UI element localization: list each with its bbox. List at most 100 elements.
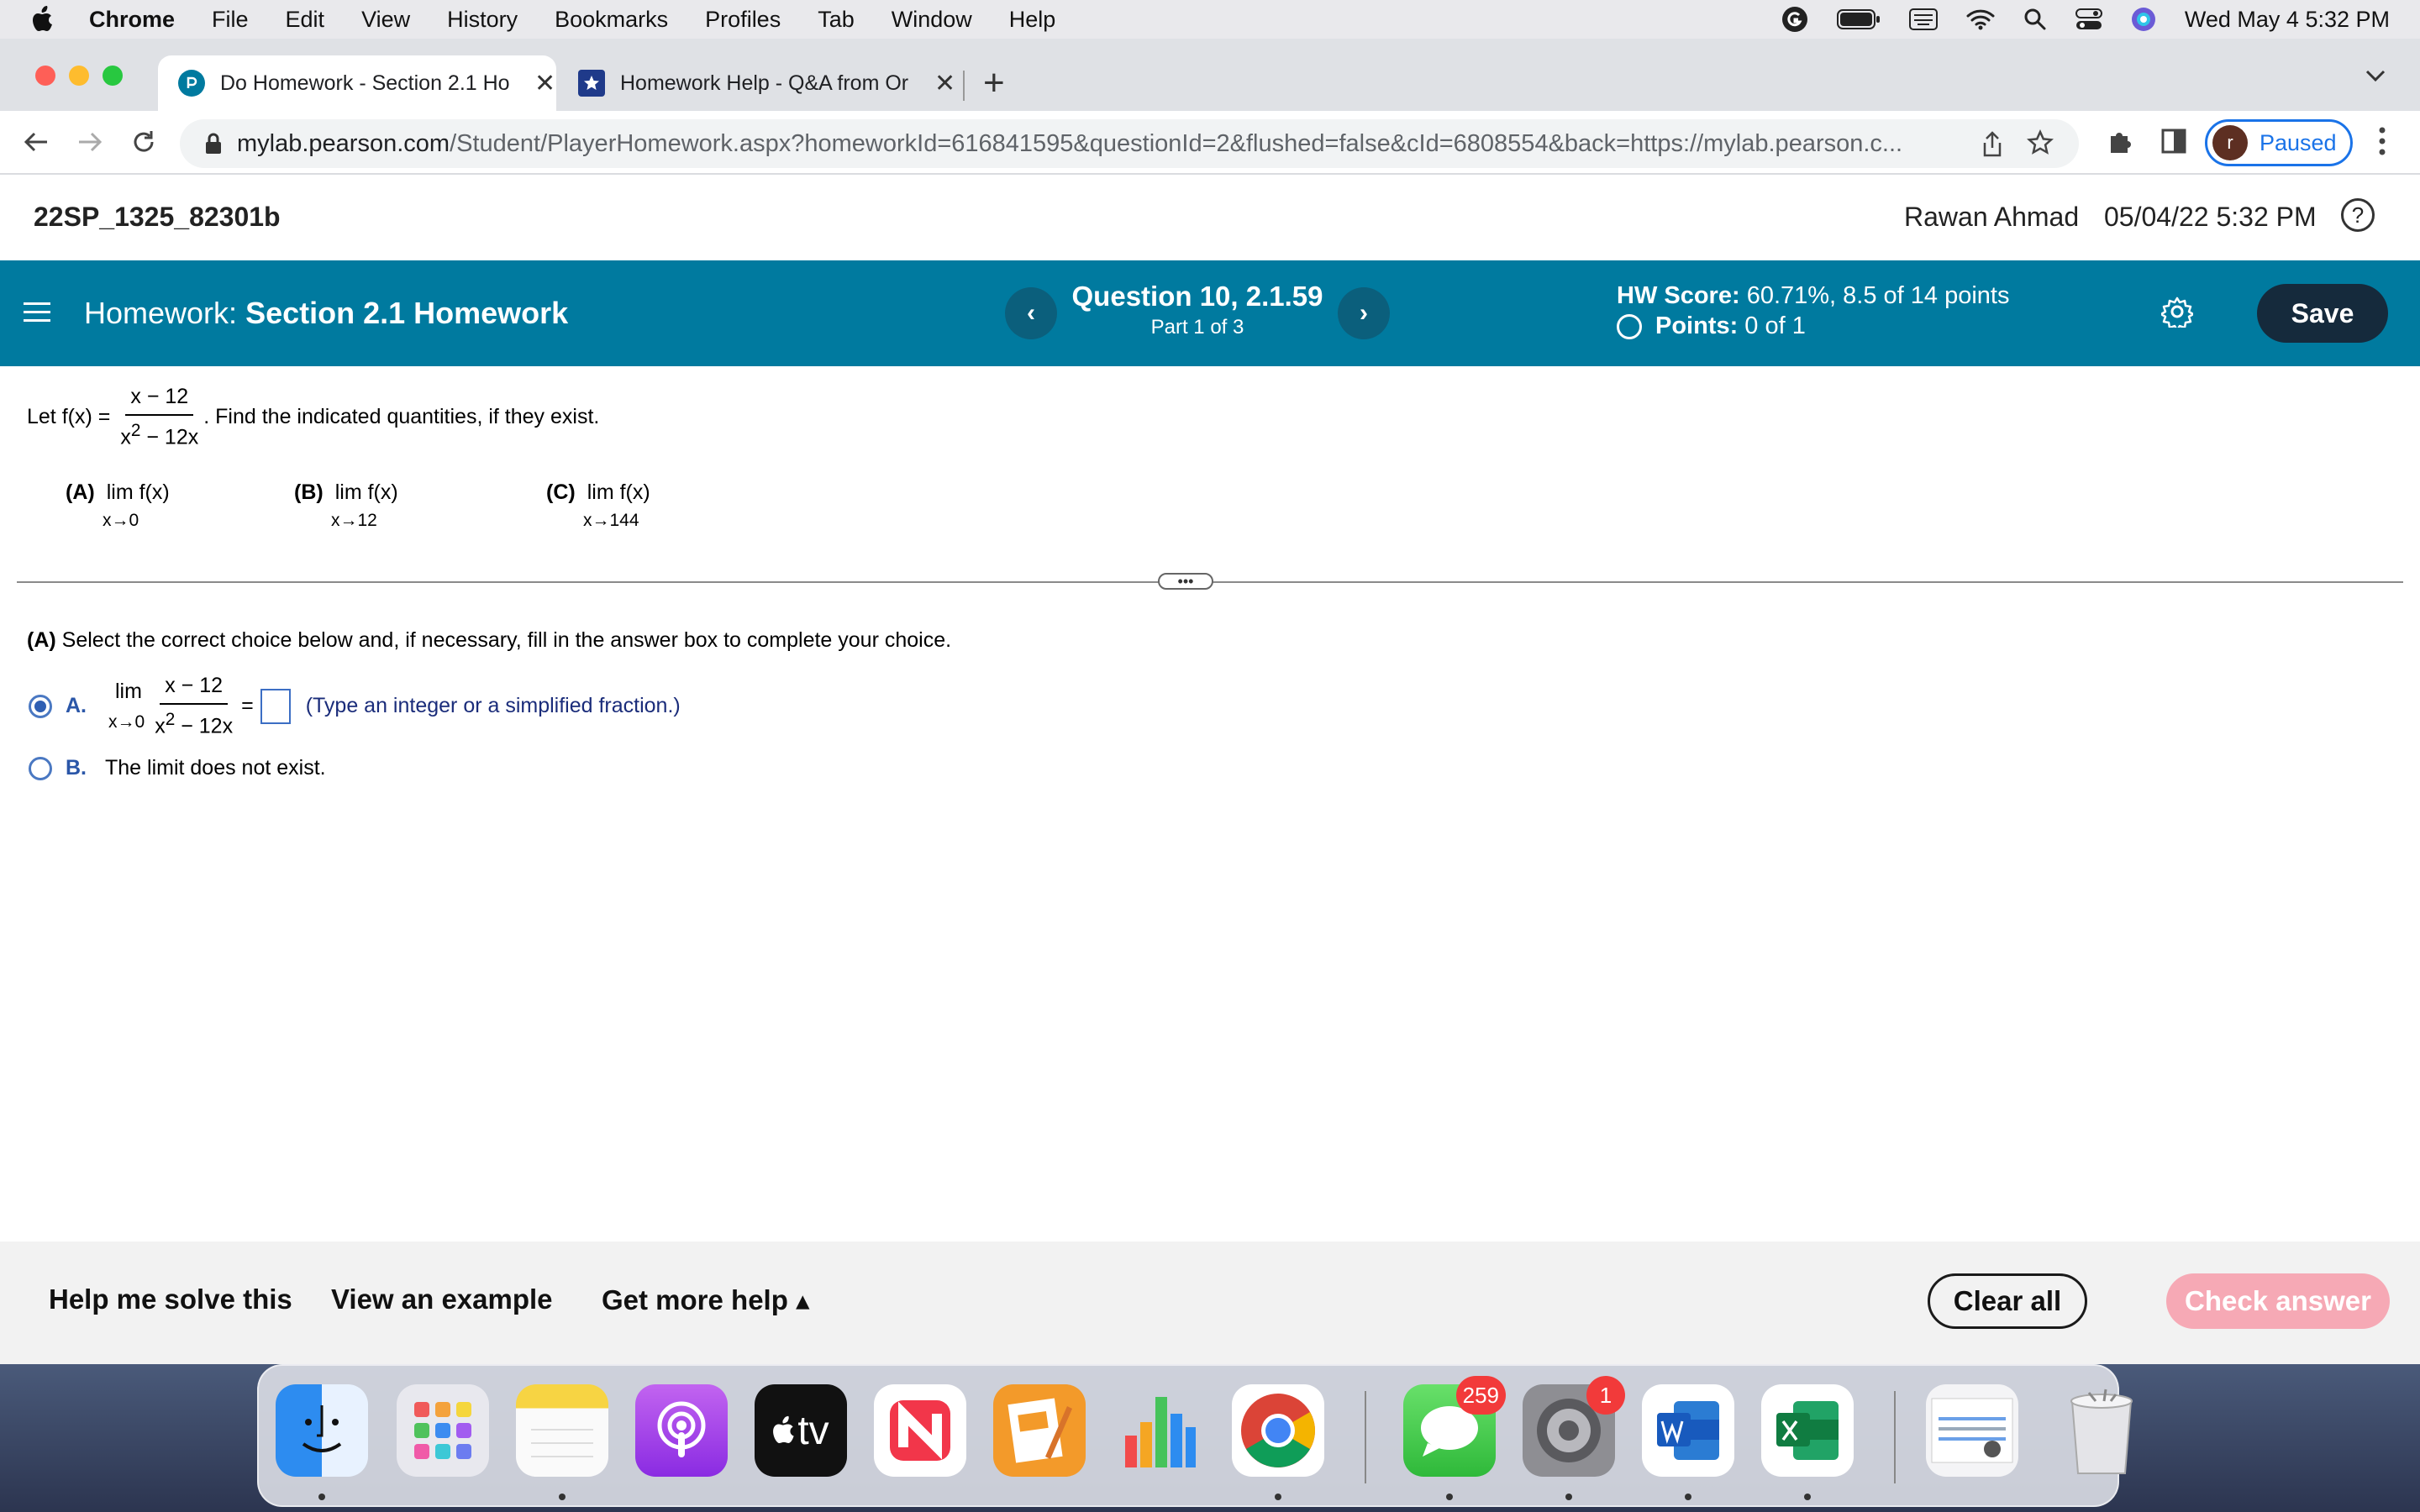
question-points: Points: 0 of 1: [1617, 312, 1806, 340]
pages-icon[interactable]: [993, 1384, 1086, 1477]
answer-instruction: (A) Select the correct choice below and,…: [27, 628, 951, 653]
choice-b-radio[interactable]: [29, 756, 52, 780]
minimize-window-button[interactable]: [69, 66, 89, 86]
notes-icon[interactable]: [516, 1384, 608, 1477]
dock: tv 259 1: [257, 1364, 2133, 1507]
menu-file[interactable]: File: [212, 7, 249, 33]
save-button[interactable]: Save: [2257, 284, 2388, 343]
apple-tv-icon[interactable]: tv: [755, 1384, 847, 1477]
course-header: 22SP_1325_82301b Rawan Ahmad 05/04/22 5:…: [0, 176, 2420, 260]
answer-input-box[interactable]: [260, 688, 291, 724]
more-menu-icon[interactable]: [2378, 126, 2386, 160]
battery-icon[interactable]: [1836, 8, 1881, 30]
chrome-icon[interactable]: [1232, 1384, 1324, 1477]
check-answer-button[interactable]: Check answer: [2166, 1273, 2390, 1329]
launchpad-icon[interactable]: [397, 1384, 489, 1477]
tab-close-icon[interactable]: ✕: [934, 69, 955, 98]
lim-subscript: x→0: [108, 712, 145, 732]
screenshot-thumbnail-icon[interactable]: [1926, 1384, 2018, 1477]
homework-title: Homework: Section 2.1 Homework: [84, 296, 568, 331]
clear-all-button[interactable]: Clear all: [1928, 1273, 2087, 1329]
menu-edit[interactable]: Edit: [286, 7, 325, 33]
den-rest: − 12x: [140, 425, 199, 449]
tab-close-icon[interactable]: ✕: [534, 69, 555, 98]
score-value: 60.71%, 8.5 of 14 points: [1746, 282, 2010, 309]
siri-icon[interactable]: [2131, 7, 2156, 32]
running-indicator: [1446, 1494, 1453, 1500]
forward-arrow-icon[interactable]: [76, 128, 104, 160]
menu-history[interactable]: History: [447, 7, 518, 33]
menu-window[interactable]: Window: [892, 7, 972, 33]
settings-gear-icon[interactable]: [2160, 296, 2195, 332]
resize-grip-handle[interactable]: •••: [1158, 573, 1213, 590]
choice-b[interactable]: B. The limit does not exist.: [29, 756, 326, 780]
lim-function: f(x): [139, 480, 170, 504]
spotlight-search-icon[interactable]: [2023, 8, 2047, 31]
score-label: HW Score:: [1617, 282, 1740, 309]
tab-homework-help[interactable]: Homework Help - Q&A from Or ✕: [568, 55, 963, 111]
lock-icon[interactable]: [205, 133, 222, 155]
part-a: (A) lim f(x) x→0: [66, 480, 170, 530]
share-icon[interactable]: [1981, 131, 2003, 165]
hw-score: HW Score: 60.71%, 8.5 of 14 points: [1617, 282, 2010, 310]
homework-name: Section 2.1 Homework: [245, 296, 569, 330]
messages-icon[interactable]: 259: [1403, 1376, 1506, 1477]
word-icon[interactable]: [1642, 1384, 1734, 1477]
equals-sign: =: [241, 694, 254, 718]
wifi-icon[interactable]: [1966, 8, 1995, 30]
news-icon[interactable]: [874, 1384, 966, 1477]
tab-title: Homework Help - Q&A from Or: [620, 71, 909, 95]
tab-do-homework[interactable]: Do Homework - Section 2.1 Ho ✕: [158, 55, 556, 111]
keyboard-input-icon[interactable]: [1908, 8, 1938, 30]
reload-icon[interactable]: [129, 128, 158, 160]
choice-b-text: The limit does not exist.: [105, 756, 326, 780]
menu-help[interactable]: Help: [1009, 7, 1056, 33]
menu-chrome[interactable]: Chrome: [89, 7, 175, 33]
back-arrow-icon[interactable]: [22, 128, 50, 160]
url-path: /Student/PlayerHomework.aspx?homeworkId=…: [450, 129, 1903, 157]
extensions-puzzle-icon[interactable]: [2106, 128, 2134, 160]
menu-view[interactable]: View: [361, 7, 410, 33]
points-value: 0 of 1: [1744, 312, 1806, 339]
apple-icon[interactable]: [32, 6, 60, 33]
menu-bookmarks[interactable]: Bookmarks: [555, 7, 668, 33]
menu-profiles[interactable]: Profiles: [705, 7, 781, 33]
lim-function: f(x): [619, 480, 650, 504]
address-bar[interactable]: mylab.pearson.com/Student/PlayerHomework…: [180, 119, 2079, 168]
messages-badge: 259: [1455, 1376, 1506, 1415]
side-panel-icon[interactable]: [2161, 128, 2186, 159]
points-label: Points:: [1655, 312, 1739, 339]
maximize-window-button[interactable]: [103, 66, 123, 86]
lim-word: lim: [587, 480, 614, 504]
bookmark-star-icon[interactable]: [2027, 129, 2054, 163]
macos-menu-bar: Chrome File Edit View History Bookmarks …: [0, 0, 2420, 39]
url-host: mylab.pearson.com: [237, 129, 450, 157]
finder-icon[interactable]: [276, 1384, 368, 1477]
get-more-help-button[interactable]: Get more help ▴: [602, 1284, 810, 1316]
instruction-tail: . Find the indicated quantities, if they…: [203, 405, 600, 429]
tab-search-chevron-icon[interactable]: [2365, 69, 2386, 87]
menu-clock[interactable]: Wed May 4 5:32 PM: [2185, 7, 2390, 33]
system-preferences-icon[interactable]: 1: [1523, 1376, 1625, 1477]
choice-b-label: B.: [66, 756, 87, 780]
view-example-button[interactable]: View an example: [331, 1284, 553, 1315]
grammarly-icon[interactable]: [1781, 6, 1808, 33]
menu-tab[interactable]: Tab: [818, 7, 855, 33]
choice-a-radio[interactable]: [29, 694, 52, 718]
new-tab-button[interactable]: +: [983, 62, 1005, 104]
hamburger-menu-icon[interactable]: [24, 301, 50, 328]
help-icon[interactable]: ?: [2341, 198, 2375, 232]
tab-title: Do Homework - Section 2.1 Ho: [220, 71, 510, 95]
help-me-solve-button[interactable]: Help me solve this: [49, 1284, 292, 1315]
instruction-text: Select the correct choice below and, if …: [55, 628, 952, 652]
excel-icon[interactable]: [1761, 1384, 1854, 1477]
podcasts-icon[interactable]: [635, 1384, 728, 1477]
numbers-icon[interactable]: [1113, 1384, 1205, 1477]
trash-icon[interactable]: [2055, 1384, 2148, 1477]
control-center-icon[interactable]: [2075, 8, 2102, 31]
profile-paused-button[interactable]: r Paused: [2205, 119, 2353, 166]
close-window-button[interactable]: [35, 66, 55, 86]
choice-a[interactable]: A. lim x→0 x − 12 x2 − 12x = (Type an in…: [29, 674, 681, 738]
fraction-numerator: x − 12: [125, 385, 194, 416]
next-question-button[interactable]: ›: [1338, 287, 1390, 339]
